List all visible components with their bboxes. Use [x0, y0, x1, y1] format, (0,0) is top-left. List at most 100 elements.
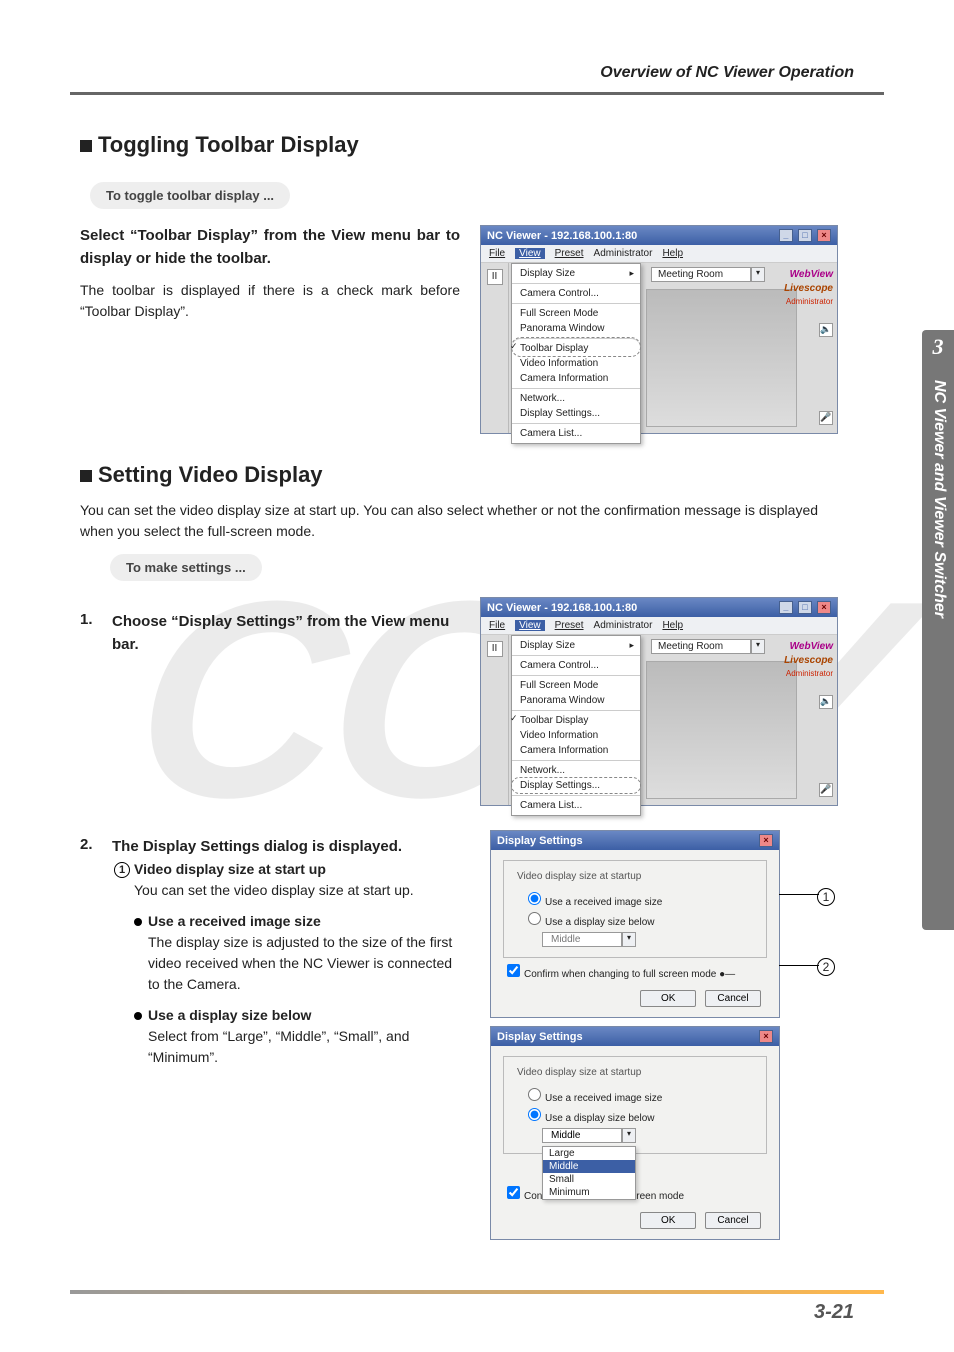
close-button[interactable]: × [817, 229, 831, 242]
speaker-icon[interactable]: 🔈 [819, 695, 833, 709]
menu-display-size[interactable]: Display Size [512, 638, 640, 653]
dialog-title: Display Settings [497, 835, 583, 847]
menu-help[interactable]: Help [662, 620, 683, 631]
pause-icon[interactable]: II [487, 269, 503, 285]
cancel-button[interactable]: Cancel [705, 1212, 761, 1229]
menu-full-screen[interactable]: Full Screen Mode [512, 675, 640, 693]
radio-received-input[interactable] [528, 892, 541, 905]
menu-display-settings[interactable]: Display Settings... [512, 778, 640, 793]
menu-video-info[interactable]: Video Information [512, 356, 640, 371]
menu-view[interactable]: View [515, 248, 545, 259]
max-button[interactable]: □ [798, 229, 812, 242]
bullet-icon [134, 918, 142, 926]
section1-row: Select “Toolbar Display” from the View m… [80, 225, 850, 444]
min-button[interactable]: _ [779, 229, 793, 242]
mic-icon[interactable]: 🎤 [819, 411, 833, 425]
dialog-body: Video display size at startup Use a rece… [491, 1046, 779, 1239]
section2-pill: To make settings ... [110, 554, 262, 581]
max-button[interactable]: □ [798, 601, 812, 614]
step2-text: 2. The Display Settings dialog is displa… [80, 822, 460, 1248]
close-icon[interactable]: × [759, 1030, 773, 1043]
menu-network[interactable]: Network... [512, 760, 640, 778]
size-option-minimum[interactable]: Minimum [543, 1186, 635, 1199]
pause-icon[interactable]: II [487, 641, 503, 657]
menu-toolbar-display[interactable]: Toolbar Display [512, 338, 640, 356]
top-rule [70, 92, 884, 95]
min-button[interactable]: _ [779, 601, 793, 614]
menu-camera-control[interactable]: Camera Control... [512, 655, 640, 673]
ok-button[interactable]: OK [640, 990, 696, 1007]
nc-viewer-window-2: NC Viewer - 192.168.100.1:80 _ □ × File … [480, 597, 838, 806]
menu-video-info[interactable]: Video Information [512, 728, 640, 743]
menu-file[interactable]: File [489, 620, 505, 631]
radio-below[interactable]: Use a display size below [528, 1108, 756, 1124]
bulletB: Use a display size below [134, 1005, 460, 1026]
menu-display-size[interactable]: Display Size [512, 266, 640, 281]
menu-display-settings[interactable]: Display Settings... [512, 406, 640, 421]
menu-view[interactable]: View [515, 620, 545, 631]
menu-help[interactable]: Help [662, 248, 683, 259]
left-toolbar: II [481, 263, 509, 433]
size-fieldset: Video display size at startup Use a rece… [503, 860, 767, 958]
step2-label: The Display Settings dialog is displayed… [112, 836, 402, 859]
menu-camera-control[interactable]: Camera Control... [512, 283, 640, 301]
camera-select[interactable]: Meeting Room ▾ [651, 639, 765, 654]
radio-below-input[interactable] [528, 1108, 541, 1121]
dialog-close: × [757, 1030, 773, 1043]
menu-camera-list[interactable]: Camera List... [512, 795, 640, 813]
menu-admin[interactable]: Administrator [594, 620, 653, 631]
bullet-icon [134, 1012, 142, 1020]
size-option-small[interactable]: Small [543, 1173, 635, 1186]
close-button[interactable]: × [817, 601, 831, 614]
menu-camera-info[interactable]: Camera Information [512, 743, 640, 758]
size-select-value: Middle [542, 1128, 622, 1143]
button-row: OK Cancel [503, 1212, 767, 1229]
confirm-checkbox-input[interactable] [507, 1186, 520, 1199]
speaker-icon[interactable]: 🔈 [819, 323, 833, 337]
chevron-down-icon[interactable]: ▾ [622, 932, 636, 947]
size-option-middle[interactable]: Middle [543, 1160, 635, 1173]
radio-received[interactable]: Use a received image size [528, 1088, 756, 1104]
close-icon[interactable]: × [759, 834, 773, 847]
menu-panorama[interactable]: Panorama Window [512, 321, 640, 336]
menu-preset[interactable]: Preset [555, 248, 584, 259]
chapter-label: NC Viewer and Viewer Switcher [928, 380, 948, 900]
menu-full-screen[interactable]: Full Screen Mode [512, 303, 640, 321]
confirm-checkbox-input[interactable] [507, 964, 520, 977]
menu-panorama[interactable]: Panorama Window [512, 693, 640, 708]
chevron-down-icon[interactable]: ▾ [751, 639, 765, 654]
mic-icon[interactable]: 🎤 [819, 783, 833, 797]
page-number: 3-21 [814, 1301, 854, 1324]
radio-received[interactable]: Use a received image size [528, 892, 756, 908]
bulletA-body: The display size is adjusted to the size… [148, 932, 460, 995]
chevron-down-icon[interactable]: ▾ [751, 267, 765, 282]
titlebar: NC Viewer - 192.168.100.1:80 _ □ × [481, 598, 837, 617]
size-option-large[interactable]: Large [543, 1147, 635, 1160]
titlebar: NC Viewer - 192.168.100.1:80 _ □ × [481, 226, 837, 245]
menu-file[interactable]: File [489, 248, 505, 259]
radio-below-input[interactable] [528, 912, 541, 925]
step2-sub: 1Video display size at start up You can … [114, 859, 460, 1068]
camera-select[interactable]: Meeting Room ▾ [651, 267, 765, 282]
radio-below[interactable]: Use a display size below [528, 912, 756, 928]
menu-camera-list[interactable]: Camera List... [512, 423, 640, 441]
cancel-button[interactable]: Cancel [705, 990, 761, 1007]
menu-toolbar-display[interactable]: Toolbar Display [512, 710, 640, 728]
menu-admin[interactable]: Administrator [594, 248, 653, 259]
bulletB-body: Select from “Large”, “Middle”, “Small”, … [148, 1026, 460, 1068]
section2-screenshot2: Display Settings × Video display size at… [480, 822, 850, 1248]
menu-network[interactable]: Network... [512, 388, 640, 406]
size-select-open[interactable]: Middle ▾ Large Middle Small Minimum [542, 1128, 756, 1143]
confirm-checkbox[interactable]: Confirm when changing to full screen mod… [507, 964, 767, 980]
left-toolbar: II [481, 635, 509, 805]
side-tab: 3 NC Viewer and Viewer Switcher [922, 330, 954, 930]
button-row: OK Cancel [503, 990, 767, 1007]
step1: 1. Choose “Display Settings” from the Vi… [80, 611, 460, 656]
menu-camera-info[interactable]: Camera Information [512, 371, 640, 386]
ok-button[interactable]: OK [640, 1212, 696, 1229]
menu-preset[interactable]: Preset [555, 620, 584, 631]
brand-webview: WebView [790, 269, 833, 280]
chevron-down-icon[interactable]: ▾ [622, 1128, 636, 1143]
size-select[interactable]: Middle ▾ [542, 932, 756, 947]
radio-received-input[interactable] [528, 1088, 541, 1101]
